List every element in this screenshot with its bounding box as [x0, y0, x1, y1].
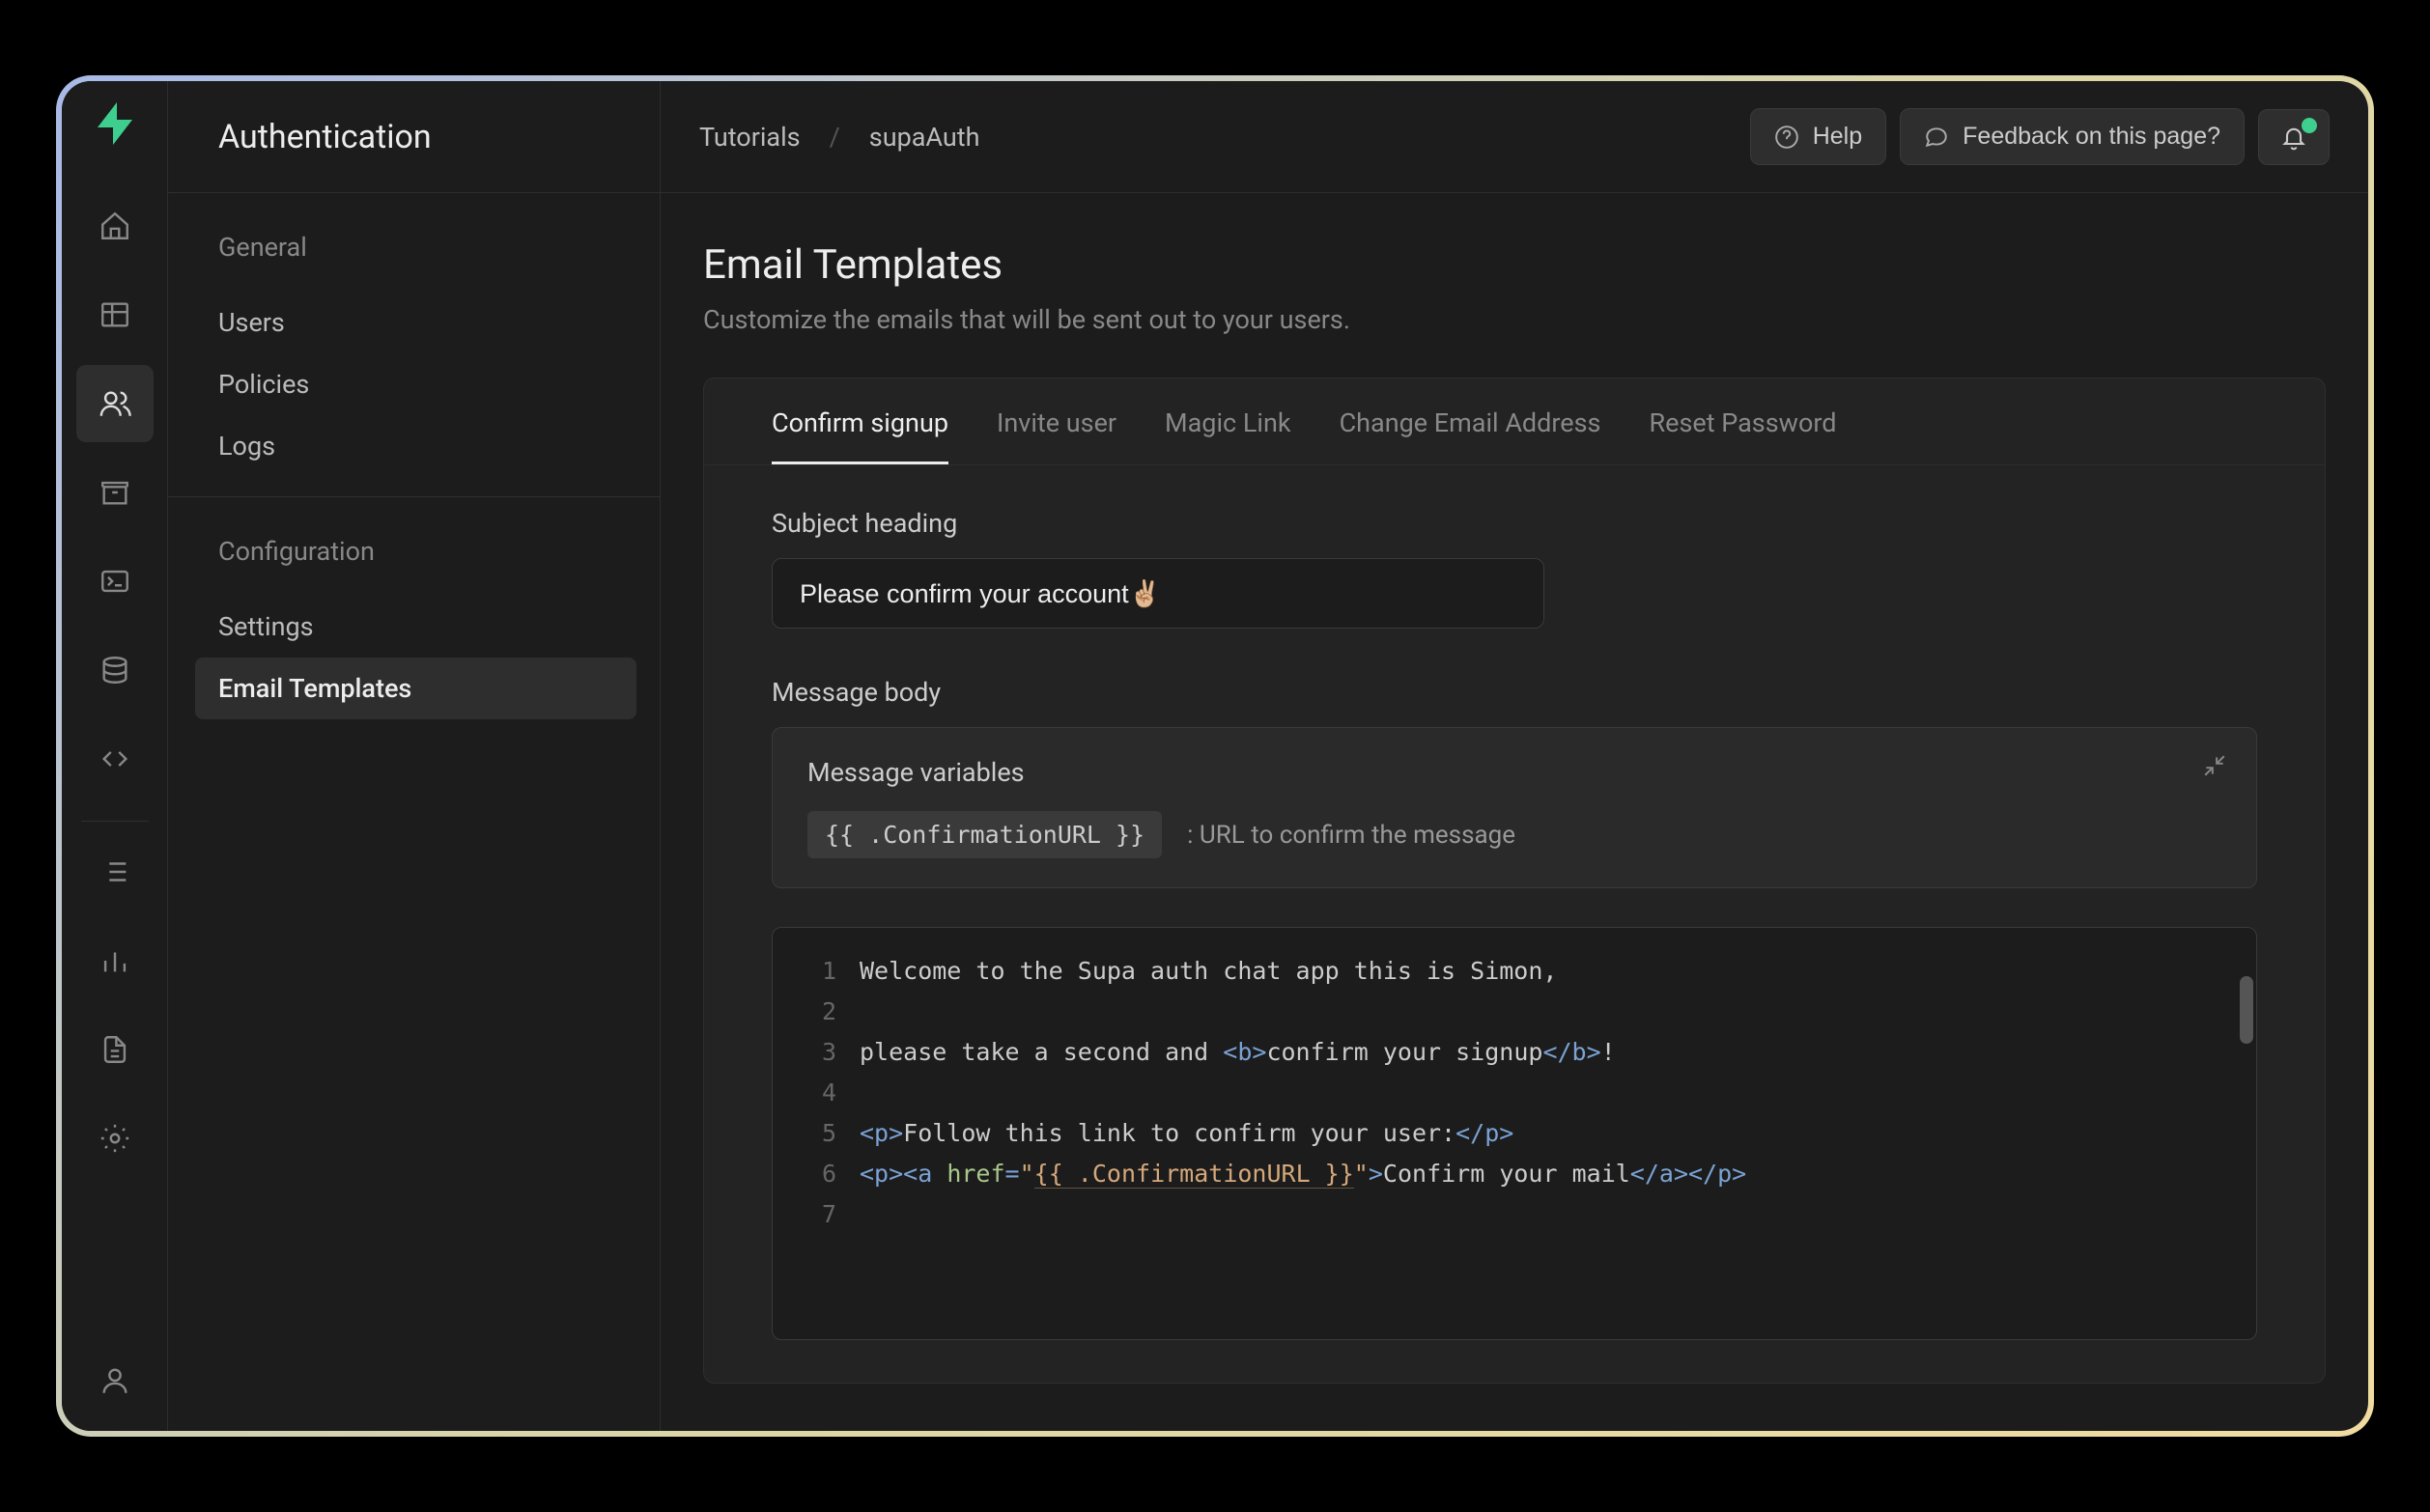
help-button[interactable]: Help — [1750, 108, 1886, 165]
rail-divider — [81, 821, 149, 822]
nav-logs[interactable]: Logs — [218, 415, 636, 477]
page-subtitle: Customize the emails that will be sent o… — [703, 304, 2326, 335]
variable-desc: : URL to confirm the message — [1187, 821, 1515, 850]
variable-row: {{ .ConfirmationURL }} : URL to confirm … — [807, 811, 2221, 858]
nav-group-config: Configuration Settings Email Templates — [168, 497, 660, 739]
crumb-project[interactable]: supaAuth — [869, 122, 980, 153]
template-panel: Confirm signup Invite user Magic Link Ch… — [703, 378, 2326, 1384]
home-icon — [99, 210, 131, 242]
database-icon — [99, 654, 131, 686]
supabase-logo-icon — [94, 100, 136, 147]
nav-email-templates[interactable]: Email Templates — [195, 658, 636, 719]
crumb-root[interactable]: Tutorials — [699, 122, 801, 153]
table-icon — [99, 298, 131, 331]
sidebar: Authentication General Users Policies Lo… — [168, 81, 661, 1431]
rail-api[interactable] — [76, 720, 154, 798]
notifications-button[interactable] — [2258, 109, 2330, 165]
nav-group-head: Configuration — [218, 536, 636, 567]
api-icon — [99, 742, 131, 775]
variables-title: Message variables — [807, 757, 2221, 788]
page-title: Email Templates — [703, 241, 2326, 289]
tab-magic-link[interactable]: Magic Link — [1165, 407, 1291, 464]
section-title: Authentication — [168, 81, 660, 193]
body-label: Message body — [772, 677, 2257, 708]
variable-chip[interactable]: {{ .ConfirmationURL }} — [807, 811, 1162, 858]
breadcrumb: Tutorials / supaAuth — [699, 122, 980, 153]
editor-content: 1Welcome to the Supa auth chat app this … — [773, 928, 2256, 1258]
nav-group-general: General Users Policies Logs — [168, 193, 660, 497]
user-icon — [99, 1364, 131, 1397]
rail-terminal[interactable] — [76, 543, 154, 620]
icon-rail — [62, 81, 168, 1431]
brand-logo[interactable] — [92, 100, 138, 147]
tab-confirm-signup[interactable]: Confirm signup — [772, 407, 948, 464]
subject-label: Subject heading — [772, 508, 2257, 539]
rail-account[interactable] — [76, 1342, 154, 1419]
settings-icon — [99, 1122, 131, 1155]
tab-change-email[interactable]: Change Email Address — [1340, 407, 1601, 464]
rail-auth[interactable] — [76, 365, 154, 442]
content: Email Templates Customize the emails tha… — [661, 193, 2368, 1431]
template-tabs: Confirm signup Invite user Magic Link Ch… — [704, 378, 2325, 465]
nav-group-head: General — [218, 232, 636, 263]
main: Tutorials / supaAuth Help Feedback on th… — [661, 81, 2368, 1431]
collapse-button[interactable] — [2202, 753, 2227, 782]
rail-tables[interactable] — [76, 276, 154, 353]
topbar: Tutorials / supaAuth Help Feedback on th… — [661, 81, 2368, 193]
feedback-label: Feedback on this page? — [1963, 123, 2220, 151]
subject-input[interactable] — [772, 558, 1544, 629]
rail-reports[interactable] — [76, 922, 154, 999]
rail-storage[interactable] — [76, 454, 154, 531]
notification-dot — [2302, 118, 2317, 133]
help-icon — [1774, 125, 1799, 150]
chat-icon — [1924, 125, 1949, 150]
list-icon — [99, 855, 131, 888]
docs-icon — [99, 1033, 131, 1066]
auth-icon — [99, 387, 131, 420]
nav-policies[interactable]: Policies — [218, 353, 636, 415]
storage-icon — [99, 476, 131, 509]
rail-database[interactable] — [76, 631, 154, 709]
feedback-button[interactable]: Feedback on this page? — [1900, 108, 2245, 165]
nav-settings[interactable]: Settings — [218, 596, 636, 658]
app-window: Authentication General Users Policies Lo… — [62, 81, 2368, 1431]
terminal-icon — [99, 565, 131, 598]
variables-panel: Message variables {{ .ConfirmationURL }}… — [772, 727, 2257, 888]
nav-users[interactable]: Users — [218, 292, 636, 353]
help-label: Help — [1813, 123, 1862, 151]
rail-list[interactable] — [76, 833, 154, 910]
rail-home[interactable] — [76, 187, 154, 265]
reports-icon — [99, 944, 131, 977]
rail-settings[interactable] — [76, 1100, 154, 1177]
code-editor[interactable]: 1Welcome to the Supa auth chat app this … — [772, 927, 2257, 1340]
tab-reset-password[interactable]: Reset Password — [1649, 407, 1836, 464]
crumb-separator: / — [830, 122, 840, 153]
tab-invite-user[interactable]: Invite user — [997, 407, 1116, 464]
panel-body: Subject heading Message body Message var… — [704, 465, 2325, 1383]
collapse-icon — [2202, 753, 2227, 778]
editor-scrollbar[interactable] — [2240, 976, 2253, 1044]
rail-docs[interactable] — [76, 1011, 154, 1088]
